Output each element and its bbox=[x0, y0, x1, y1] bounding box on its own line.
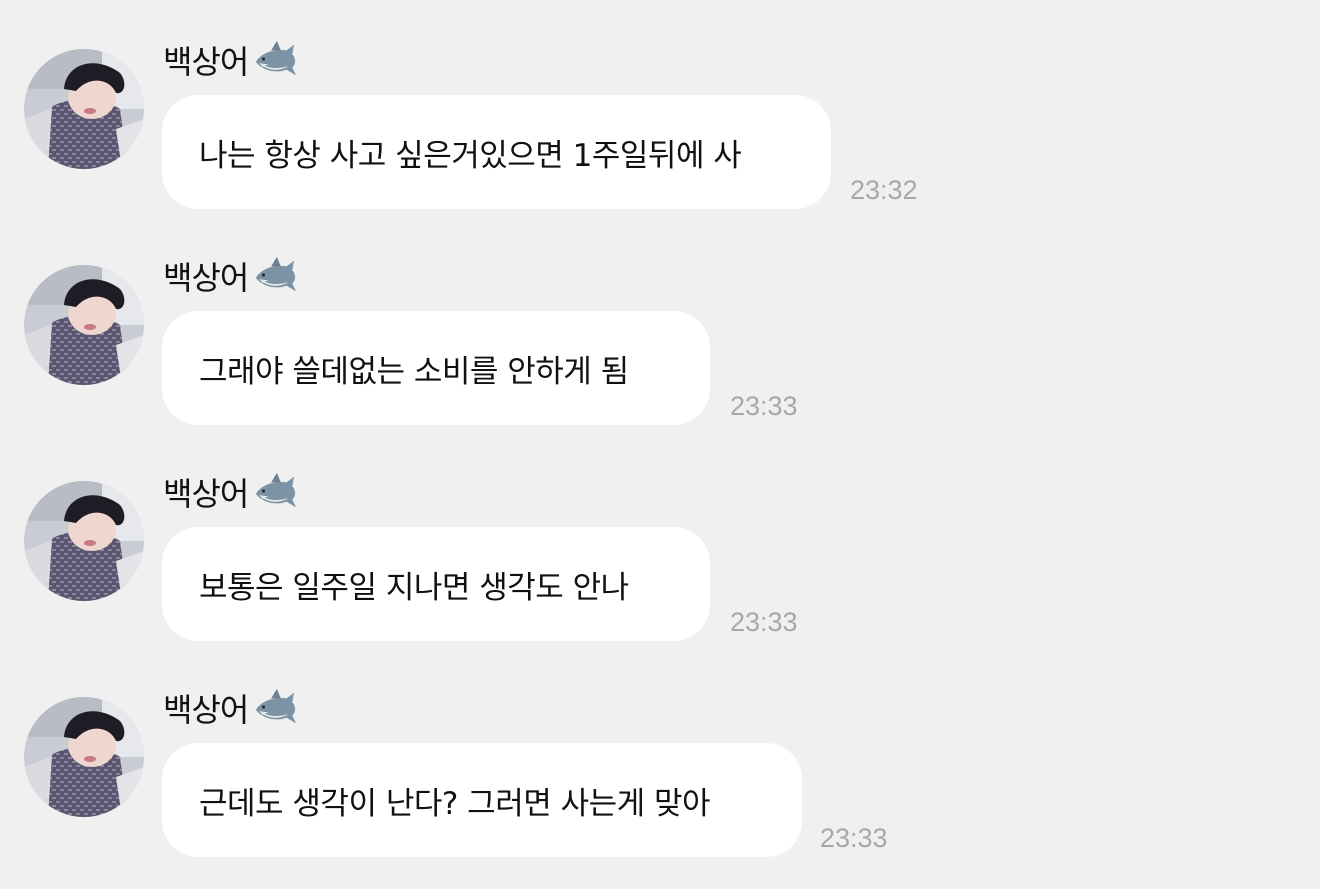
avatar[interactable] bbox=[24, 481, 144, 601]
chat-message: 백상어 그래야 쓸데없는 소비를 안하게 됨 23:33 bbox=[0, 216, 1320, 431]
message-bubble[interactable]: 나는 항상 사고 싶은거있으면 1주일뒤에 사 bbox=[162, 95, 831, 209]
message-text: 보통은 일주일 지나면 생각도 안나 bbox=[199, 569, 629, 606]
avatar[interactable] bbox=[24, 697, 144, 817]
message-timestamp: 23:33 bbox=[730, 391, 798, 421]
chat-message: 백상어 나는 항상 사고 싶은거있으면 1주일뒤에 사 23:32 bbox=[0, 0, 1320, 215]
sender: 백상어 bbox=[163, 253, 298, 299]
message-bubble[interactable]: 보통은 일주일 지나면 생각도 안나 bbox=[162, 527, 710, 641]
avatar[interactable] bbox=[24, 265, 144, 385]
message-timestamp: 23:32 bbox=[850, 175, 918, 205]
shark-icon bbox=[252, 685, 298, 731]
avatar[interactable] bbox=[24, 49, 144, 169]
chat-message: 백상어 보통은 일주일 지나면 생각도 안나 23:33 bbox=[0, 432, 1320, 647]
shark-icon bbox=[252, 469, 298, 515]
sender-name: 백상어 bbox=[163, 259, 249, 297]
sender-name: 백상어 bbox=[163, 691, 249, 729]
chat-message: 백상어 근데도 생각이 난다? 그러면 사는게 맞아 23:33 bbox=[0, 648, 1320, 863]
sender: 백상어 bbox=[163, 685, 298, 731]
message-text: 나는 항상 사고 싶은거있으면 1주일뒤에 사 bbox=[199, 137, 742, 174]
sender: 백상어 bbox=[163, 469, 298, 515]
sender-name: 백상어 bbox=[163, 475, 249, 513]
sender: 백상어 bbox=[163, 37, 298, 83]
message-text: 근데도 생각이 난다? 그러면 사는게 맞아 bbox=[199, 785, 711, 822]
message-timestamp: 23:33 bbox=[820, 823, 888, 853]
shark-icon bbox=[252, 37, 298, 83]
message-text: 그래야 쓸데없는 소비를 안하게 됨 bbox=[199, 353, 629, 390]
message-bubble[interactable]: 근데도 생각이 난다? 그러면 사는게 맞아 bbox=[162, 743, 802, 857]
shark-icon bbox=[252, 253, 298, 299]
sender-name: 백상어 bbox=[163, 43, 249, 81]
message-bubble[interactable]: 그래야 쓸데없는 소비를 안하게 됨 bbox=[162, 311, 710, 425]
message-timestamp: 23:33 bbox=[730, 607, 798, 637]
